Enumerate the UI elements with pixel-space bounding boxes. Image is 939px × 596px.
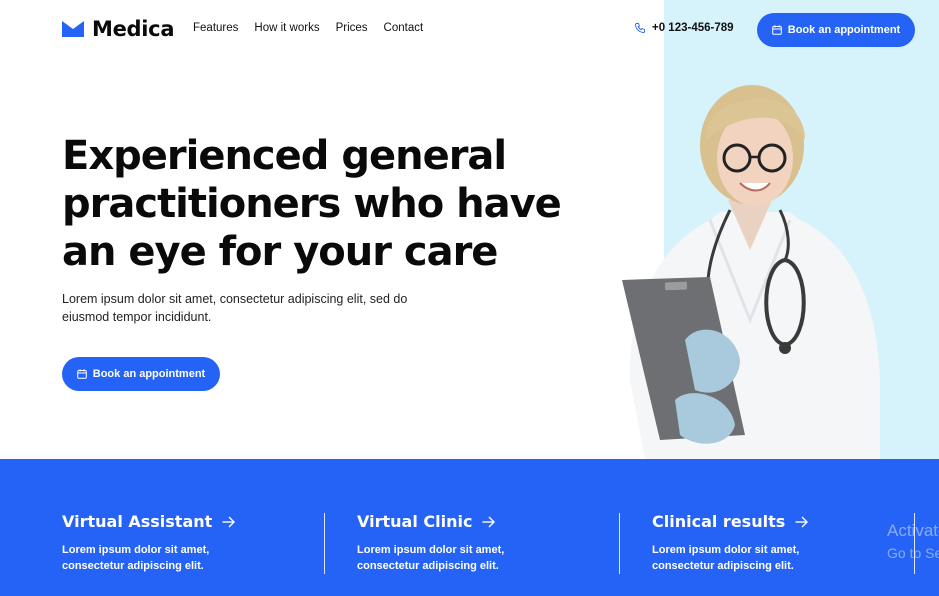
nav-item-prices[interactable]: Prices bbox=[336, 22, 368, 34]
main-nav: Features How it works Prices Contact bbox=[193, 22, 439, 34]
nav-item-how-it-works[interactable]: How it works bbox=[254, 22, 319, 34]
arrow-right-icon bbox=[222, 516, 236, 527]
activate-windows-watermark: Activate Go to Settings bbox=[887, 520, 939, 564]
feature-divider bbox=[619, 513, 620, 574]
feature-divider bbox=[324, 513, 325, 574]
site-header: Medica Features How it works Prices Cont… bbox=[0, 0, 939, 60]
feature-title: Virtual Assistant bbox=[62, 512, 213, 531]
features-band: Virtual Assistant Lorem ipsum dolor sit … bbox=[0, 459, 939, 596]
logo-mark-icon bbox=[62, 21, 84, 37]
logo[interactable]: Medica bbox=[62, 17, 175, 41]
hero-book-appointment-button[interactable]: Book an appointment bbox=[62, 357, 220, 391]
feature-title: Virtual Clinic bbox=[357, 512, 473, 531]
feature-title-link[interactable]: Virtual Assistant bbox=[62, 512, 236, 531]
calendar-icon bbox=[76, 369, 87, 379]
feature-description: Lorem ipsum dolor sit amet, consectetur … bbox=[357, 542, 557, 574]
hero-subtitle-line: eiusmod tempor incididunt. bbox=[62, 310, 212, 324]
feature-description-line: consectetur adipiscing elit. bbox=[652, 560, 794, 572]
hero-title-line: Experienced general bbox=[62, 133, 507, 179]
hero-subtitle-line: Lorem ipsum dolor sit amet, consectetur … bbox=[62, 292, 408, 306]
feature-description-line: consectetur adipiscing elit. bbox=[62, 560, 204, 572]
feature-description-line: Lorem ipsum dolor sit amet, bbox=[652, 544, 800, 556]
feature-description-line: Lorem ipsum dolor sit amet, bbox=[62, 544, 210, 556]
header-book-appointment-button[interactable]: Book an appointment bbox=[757, 13, 915, 47]
hero-subtitle: Lorem ipsum dolor sit amet, consectetur … bbox=[62, 290, 462, 326]
feature-description-line: Lorem ipsum dolor sit amet, bbox=[357, 544, 505, 556]
feature-description-line: consectetur adipiscing elit. bbox=[357, 560, 499, 572]
feature-description: Lorem ipsum dolor sit amet, consectetur … bbox=[652, 542, 852, 574]
header-cta-label: Book an appointment bbox=[787, 24, 901, 36]
phone-icon bbox=[635, 23, 645, 33]
arrow-right-icon bbox=[795, 516, 809, 527]
watermark-line: Go to Settings bbox=[887, 545, 939, 561]
doctor-photo bbox=[622, 85, 880, 459]
feature-title: Clinical results bbox=[652, 512, 786, 531]
hero-cta-label: Book an appointment bbox=[92, 368, 206, 380]
watermark-line: Activate bbox=[887, 521, 939, 540]
feature-description: Lorem ipsum dolor sit amet, consectetur … bbox=[62, 542, 262, 574]
brand-name: Medica bbox=[92, 17, 175, 41]
phone-contact[interactable]: +0 123-456-789 bbox=[634, 22, 734, 34]
feature-title-link[interactable]: Virtual Clinic bbox=[357, 512, 496, 531]
hero-title-line: an eye for your care bbox=[62, 229, 498, 275]
nav-item-contact[interactable]: Contact bbox=[384, 22, 424, 34]
arrow-right-icon bbox=[482, 516, 496, 527]
nav-item-features[interactable]: Features bbox=[193, 22, 238, 34]
feature-title-link[interactable]: Clinical results bbox=[652, 512, 809, 531]
hero-title: Experienced general practitioners who ha… bbox=[62, 132, 602, 276]
hero-title-line: practitioners who have bbox=[62, 181, 562, 227]
calendar-icon bbox=[771, 25, 782, 35]
phone-number: +0 123-456-789 bbox=[652, 22, 734, 34]
